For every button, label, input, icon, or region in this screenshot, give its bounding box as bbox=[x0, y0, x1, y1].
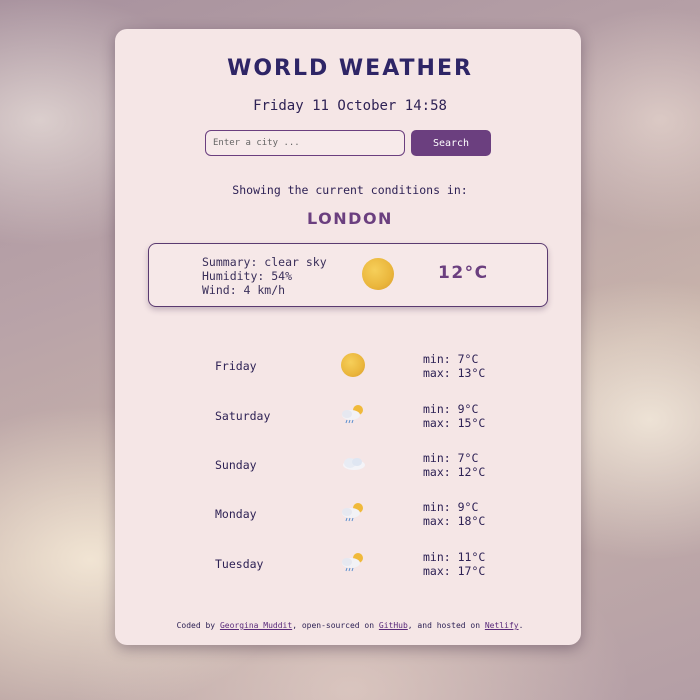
wind-text: Wind: 4 km/h bbox=[202, 283, 286, 297]
forecast-max: max: 17°C bbox=[423, 564, 486, 578]
city-search-input[interactable] bbox=[205, 130, 405, 156]
footer-prefix: Coded by bbox=[176, 621, 220, 630]
forecast-min: min: 11°C bbox=[423, 550, 486, 564]
current-datetime: Friday 11 October 14:58 bbox=[253, 98, 447, 114]
sun-cloud-rain-icon bbox=[342, 503, 363, 522]
footer-middle-2: , and hosted on bbox=[407, 621, 485, 630]
sun-cloud-rain-icon bbox=[342, 553, 363, 572]
sun-cloud-rain-icon bbox=[342, 405, 363, 424]
showing-conditions-text: Showing the current conditions in: bbox=[232, 183, 468, 197]
forecast-min: min: 7°C bbox=[423, 352, 479, 366]
author-link[interactable]: Georgina Muddit bbox=[220, 621, 292, 630]
forecast-temps: min: 9°C max: 18°C bbox=[423, 500, 485, 528]
forecast-max: max: 13°C bbox=[423, 366, 486, 380]
current-details: Summary: clear sky Humidity: 54% Wind: 4… bbox=[202, 255, 327, 297]
forecast-day: Monday bbox=[215, 507, 257, 521]
search-button[interactable]: Search bbox=[411, 130, 491, 156]
city-name: LONDON bbox=[307, 209, 393, 228]
netlify-link[interactable]: Netlify bbox=[485, 621, 519, 630]
forecast-temps: min: 7°C max: 12°C bbox=[423, 451, 485, 479]
humidity-text: Humidity: 54% bbox=[202, 269, 293, 283]
forecast-temps: min: 11°C max: 17°C bbox=[423, 550, 485, 578]
summary-text: Summary: clear sky bbox=[202, 255, 327, 269]
forecast-temps: min: 9°C max: 15°C bbox=[423, 402, 485, 430]
footer-middle-1: , open-sourced on bbox=[292, 621, 379, 630]
forecast-min: min: 9°C bbox=[423, 402, 479, 416]
sun-icon bbox=[341, 353, 365, 377]
footer: Coded by Georgina Muddit, open-sourced o… bbox=[0, 621, 700, 630]
sun-icon bbox=[362, 258, 394, 290]
forecast-min: min: 9°C bbox=[423, 500, 479, 514]
cloud-icon bbox=[343, 458, 365, 470]
github-link[interactable]: GitHub bbox=[379, 621, 408, 630]
footer-suffix: . bbox=[518, 621, 524, 630]
current-temperature: 12°C bbox=[438, 263, 489, 283]
forecast-max: max: 18°C bbox=[423, 514, 486, 528]
forecast-temps: min: 7°C max: 13°C bbox=[423, 352, 485, 380]
forecast-max: max: 15°C bbox=[423, 416, 486, 430]
forecast-min: min: 7°C bbox=[423, 451, 479, 465]
forecast-day: Saturday bbox=[215, 409, 271, 423]
forecast-day: Friday bbox=[215, 359, 257, 373]
forecast-day: Sunday bbox=[215, 458, 257, 472]
forecast-day: Tuesday bbox=[215, 557, 264, 571]
forecast-max: max: 12°C bbox=[423, 465, 486, 479]
app-title: WORLD WEATHER bbox=[227, 56, 473, 81]
